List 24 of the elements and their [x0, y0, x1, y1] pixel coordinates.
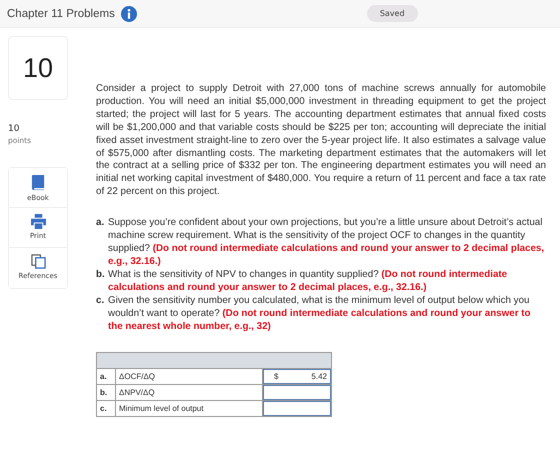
- printer-icon: [30, 214, 46, 229]
- chapter-title: Chapter 11 Problems: [7, 8, 115, 20]
- question-text: Given the sensitivity number you calculated, what is the minimum level of output below which you wouldn’t want to operate? (Do not round intermediate calculations and round your answer to the nearest whole number, e.g., 32): [108, 294, 532, 334]
- saved-status: Saved: [366, 5, 418, 22]
- question-letter: b.: [96, 268, 106, 282]
- question-number: 10: [8, 36, 68, 100]
- book-icon: [30, 174, 46, 191]
- info-icon[interactable]: [120, 6, 137, 22]
- problem-text: Consider a project to supply Detroit with 27,000 tons of machine screws annually for automobile production. You will need an initial $5,000,000 investment in threading equipment to get the project started; the project will last for 5 years. The accounting department estimates that annual fixed costs will be $1,200,000 and that variable costs should be $225 per ton; accounting will depreciate the initial fixed asset investment straight-line to zero over the 5-year project life. It also estimates a salvage value of $575,000 after dismantling costs. The marketing department estimates that the automakers will let the contract at a selling price of $332 per ton. The engineering department estimates you will need an initial net working capital investment of $480,000. You require a return of 11 percent and face a tax rate of 22 percent on this project.: [96, 83, 546, 200]
- table-cell: b.: [96, 384, 116, 401]
- answer-field[interactable]: [263, 385, 331, 400]
- table-cell: c.: [96, 400, 116, 417]
- question-text: What is the sensitivity of NPV to changes in quantity supplied? (Do not round intermediate calculations and round your answer to 2 decimal places, e.g., 32.16.): [108, 268, 508, 294]
- question-text: Suppose you’re confident about your own projections, but you’re a little unsure about Detroit’s actual machine screw requirement. What is the sensitivity of the project OCF to changes in the quantity supplied? (Do not round intermediate calculations and round your answer to 2 decimal places, e.g., 32.16.): [108, 216, 546, 268]
- table-cell: a.: [96, 368, 116, 385]
- points-value: 10: [8, 124, 20, 134]
- copies-icon: [30, 254, 46, 269]
- answer-field[interactable]: [263, 401, 331, 416]
- answer-field[interactable]: $ 5.42: [263, 369, 331, 384]
- table-cell: Minimum level of output: [116, 400, 262, 417]
- table-cell: ΔOCF/ΔQ: [116, 368, 262, 385]
- question-letter: c.: [96, 294, 106, 308]
- table-cell: ΔNPV/ΔQ: [116, 384, 262, 401]
- question-letter: a.: [96, 216, 106, 230]
